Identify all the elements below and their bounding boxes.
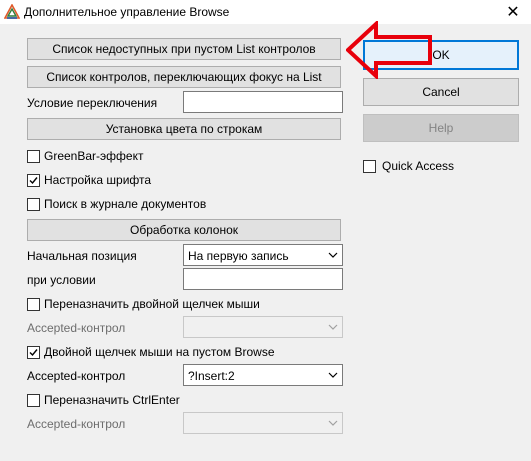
reassign-dblclick-checkbox[interactable]: Переназначить двойной щелчек мыши [27, 297, 260, 311]
app-logo-icon [3, 3, 21, 20]
chevron-down-icon[interactable] [324, 245, 342, 265]
condition-label: при условии [27, 273, 96, 287]
accepted-control-3-select [183, 412, 343, 434]
annotation-arrow-icon [346, 21, 432, 79]
dblclick-empty-checkbox[interactable]: Двойной щелчек мыши на пустом Browse [27, 345, 275, 359]
greenbar-label: GreenBar-эффект [44, 149, 144, 163]
accepted-control-1-label: Accepted-контрол [27, 321, 126, 335]
reassign-dblclick-label: Переназначить двойной щелчек мыши [44, 297, 260, 311]
doc-journal-label: Поиск в журнале документов [44, 197, 207, 211]
accepted-control-2-value: ?Insert:2 [188, 369, 235, 383]
condition-input[interactable] [183, 268, 343, 290]
chevron-down-icon [324, 413, 342, 433]
font-setup-checkbox[interactable]: Настройка шрифта [27, 173, 151, 187]
font-setup-label: Настройка шрифта [44, 173, 152, 187]
close-icon[interactable]: ✕ [495, 0, 531, 24]
reassign-ctrlenter-checkbox[interactable]: Переназначить CtrlEnter [27, 393, 180, 407]
cancel-button[interactable]: Cancel [363, 78, 519, 106]
accepted-control-3-label: Accepted-контрол [27, 417, 126, 431]
accepted-control-2-select[interactable]: ?Insert:2 [183, 364, 343, 386]
quick-access-checkbox[interactable]: Quick Access [363, 159, 454, 173]
accepted-control-2-label: Accepted-контрол [27, 369, 126, 383]
switch-condition-label: Условие переключения [27, 96, 158, 110]
accepted-control-1-select [183, 316, 343, 338]
reassign-ctrlenter-checkbox-box[interactable] [27, 393, 40, 407]
reassign-dblclick-checkbox-box[interactable] [27, 297, 40, 311]
doc-journal-checkbox-box[interactable] [27, 197, 40, 211]
doc-journal-checkbox[interactable]: Поиск в журнале документов [27, 197, 206, 211]
dblclick-empty-label: Двойной щелчек мыши на пустом Browse [44, 345, 275, 359]
unavailable-list-controls-button[interactable]: Список недоступных при пустом List контр… [27, 38, 341, 60]
greenbar-checkbox[interactable]: GreenBar-эффект [27, 149, 143, 163]
reassign-ctrlenter-label: Переназначить CtrlEnter [44, 393, 180, 407]
dialog-window: Дополнительное управление Browse ✕ Списо… [0, 0, 531, 461]
focus-switch-controls-button[interactable]: Список контролов, переключающих фокус на… [27, 66, 341, 88]
row-color-button[interactable]: Установка цвета по строкам [27, 118, 341, 140]
start-position-value: На первую запись [188, 249, 289, 263]
checkmark-icon [29, 348, 38, 356]
quick-access-checkbox-box[interactable] [363, 159, 376, 173]
help-button: Help [363, 114, 519, 142]
column-processing-button[interactable]: Обработка колонок [27, 219, 341, 241]
chevron-down-icon[interactable] [324, 365, 342, 385]
font-setup-checkbox-box[interactable] [27, 173, 40, 187]
dblclick-empty-checkbox-box[interactable] [27, 345, 40, 359]
window-title: Дополнительное управление Browse [24, 5, 230, 19]
greenbar-checkbox-box[interactable] [27, 149, 40, 163]
checkmark-icon [29, 176, 38, 184]
chevron-down-icon [324, 317, 342, 337]
switch-condition-input[interactable] [183, 91, 343, 113]
quick-access-label: Quick Access [382, 159, 455, 173]
start-position-label: Начальная позиция [27, 249, 137, 263]
start-position-select[interactable]: На первую запись [183, 244, 343, 266]
